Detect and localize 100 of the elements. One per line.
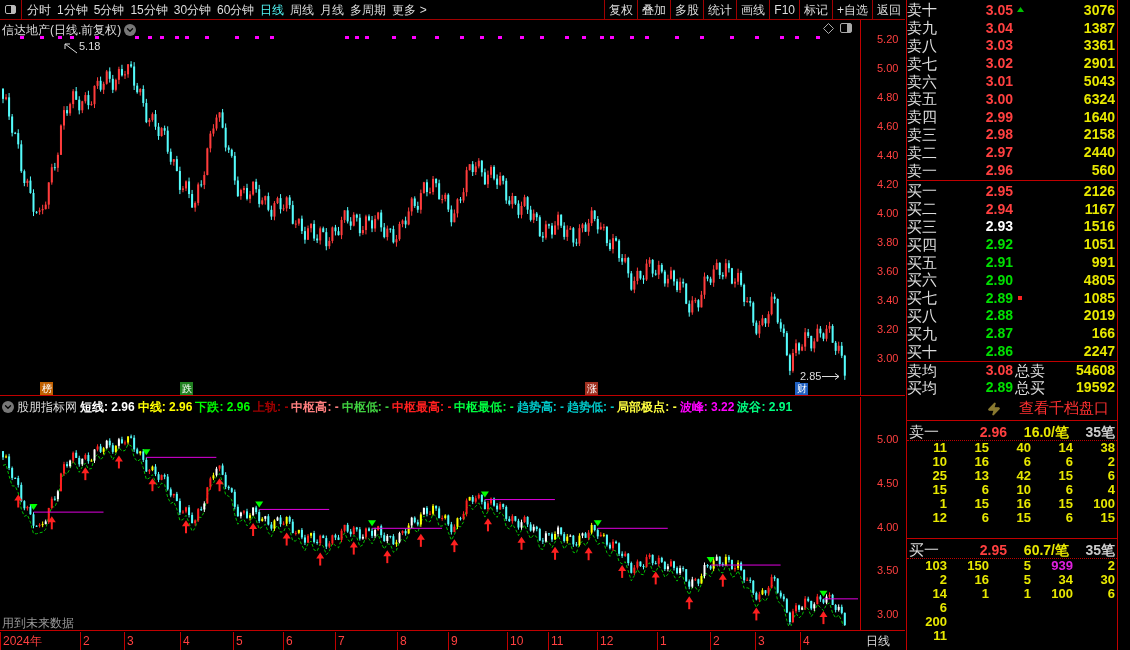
event-marker[interactable]: 跌: [180, 382, 193, 395]
depth-cell-text: 2: [1106, 455, 1115, 469]
period-tab[interactable]: 5分钟: [93, 0, 125, 19]
summary-total: 54608: [1075, 363, 1116, 378]
event-marker[interactable]: 榜: [40, 382, 53, 395]
order-price: 2.89: [984, 290, 1013, 305]
depth-cell-text: 103: [924, 559, 947, 573]
depth-cell-text: 200: [924, 615, 947, 629]
order-level-label: 卖十: [907, 2, 938, 18]
depth-cell-text: 15: [1057, 497, 1073, 511]
depth-cell-text: 6: [1106, 587, 1115, 601]
depth-cell-text: 15: [1099, 511, 1115, 525]
depth-cell-text: 6: [980, 511, 989, 525]
depth-cell-text: 16: [1015, 497, 1031, 511]
order-level-label: 卖六: [907, 73, 938, 89]
order-price: 2.96: [984, 163, 1013, 178]
order-price: 2.95: [984, 183, 1013, 198]
legend-item: 中枢最高: -: [392, 399, 452, 415]
date-axis-label: 11: [548, 632, 564, 650]
legend-item: 中线: 2.96: [137, 399, 193, 415]
period-tab[interactable]: 多周期: [350, 0, 387, 19]
order-volume: 1051: [1082, 237, 1116, 252]
toolbar-button[interactable]: 复权: [604, 0, 638, 19]
order-price: 2.90: [984, 272, 1013, 287]
depth-count: 35笔: [1084, 540, 1115, 560]
toolbar-button[interactable]: 多股: [670, 0, 704, 19]
depth-cell-text: 5: [1022, 559, 1031, 573]
toolbar-button[interactable]: 标记: [799, 0, 832, 19]
date-axis-label: 8: [397, 632, 407, 650]
depth-cell-text: 1: [1022, 587, 1031, 601]
toolbar-button[interactable]: +自选: [832, 0, 872, 19]
depth-link[interactable]: 查看千档盘口: [1019, 397, 1109, 420]
legend-item: 中枢最低: -: [454, 399, 514, 415]
dropdown-icon[interactable]: [124, 24, 137, 36]
period-tab[interactable]: 60分钟: [217, 0, 255, 19]
period-tab[interactable]: 15分钟: [130, 0, 168, 19]
order-volume: 2158: [1082, 127, 1116, 142]
depth-cell-text: 100: [1050, 587, 1073, 601]
order-price: 3.05: [984, 2, 1013, 17]
depth-cell-text: 16: [973, 573, 989, 587]
date-axis-label: 3: [124, 632, 134, 650]
depth-cell-text: 15: [931, 483, 947, 497]
depth-cell-text: 11: [932, 629, 947, 643]
period-tab[interactable]: 月线: [320, 0, 345, 19]
toolbar-button[interactable]: F10: [769, 0, 799, 19]
period-tab[interactable]: 日线: [260, 0, 285, 19]
date-axis-label: 5: [233, 632, 243, 650]
summary-total-label: 总卖: [1014, 362, 1046, 378]
depth-average: 60.7/笔: [1022, 540, 1069, 560]
order-price: 2.88: [984, 308, 1013, 323]
panel-toggle-icon[interactable]: [840, 23, 852, 33]
order-price: 3.04: [984, 20, 1013, 35]
period-tab[interactable]: 分时: [27, 0, 51, 19]
depth-cell-text: 5: [1022, 573, 1031, 587]
order-price: 2.94: [984, 201, 1013, 216]
price-axis-label: 3.80: [877, 235, 899, 250]
order-level-label: 卖九: [907, 20, 938, 36]
date-axis-label: 12: [597, 632, 614, 650]
toolbar-button[interactable]: 画线: [736, 0, 770, 19]
order-price: 2.99: [984, 109, 1013, 124]
order-level-label: 买三: [907, 218, 938, 234]
depth-cell-text: 12: [931, 511, 947, 525]
depth-level-label: 买一: [909, 540, 940, 560]
indicator-name: 股朋指标网: [17, 399, 77, 416]
legend-item: 中枢高: -: [291, 399, 339, 415]
order-price: 2.93: [984, 219, 1013, 234]
period-tab[interactable]: 1分钟: [57, 0, 88, 19]
period-tab[interactable]: 更多 >: [392, 0, 427, 19]
diamond-icon[interactable]: [823, 23, 834, 34]
summary-price: 3.08: [984, 363, 1013, 378]
order-level-label: 卖一: [907, 162, 938, 178]
depth-cell-text: 15: [1057, 469, 1073, 483]
order-price: 2.98: [984, 127, 1013, 142]
depth-cell-text: 14: [1057, 441, 1073, 455]
depth-cell-text: 4: [1106, 483, 1115, 497]
depth-price: 2.95: [978, 540, 1007, 560]
order-level-label: 买八: [907, 307, 938, 323]
dropdown-icon[interactable]: [2, 401, 14, 413]
period-label: 日线: [866, 633, 890, 650]
toolbar-button[interactable]: 返回: [872, 0, 905, 19]
event-marker[interactable]: 财: [795, 382, 808, 395]
chart-title: 信达地产(日线.前复权): [2, 22, 122, 39]
up-triangle-icon: [1016, 7, 1024, 13]
order-level-label: 买二: [907, 201, 938, 217]
order-volume: 2126: [1082, 183, 1116, 198]
date-axis-label: 2: [80, 632, 90, 650]
event-marker[interactable]: 涨: [585, 382, 598, 395]
toolbar-button[interactable]: 统计: [703, 0, 737, 19]
depth-cell-text: 6: [1022, 455, 1031, 469]
toolbar-button[interactable]: 叠加: [637, 0, 671, 19]
depth-cell-text: 30: [1099, 573, 1115, 587]
order-level-label: 卖二: [907, 144, 938, 160]
depth-cell-text: 11: [932, 441, 947, 455]
period-tab[interactable]: 周线: [290, 0, 315, 19]
price-axis-label: 5.20: [877, 32, 899, 47]
date-axis-label: 4: [800, 632, 810, 650]
period-tab[interactable]: 30分钟: [173, 0, 212, 19]
depth-cell-text: 15: [973, 441, 989, 455]
depth-cell-text: 6: [1064, 455, 1073, 469]
order-price: 2.86: [984, 344, 1013, 359]
